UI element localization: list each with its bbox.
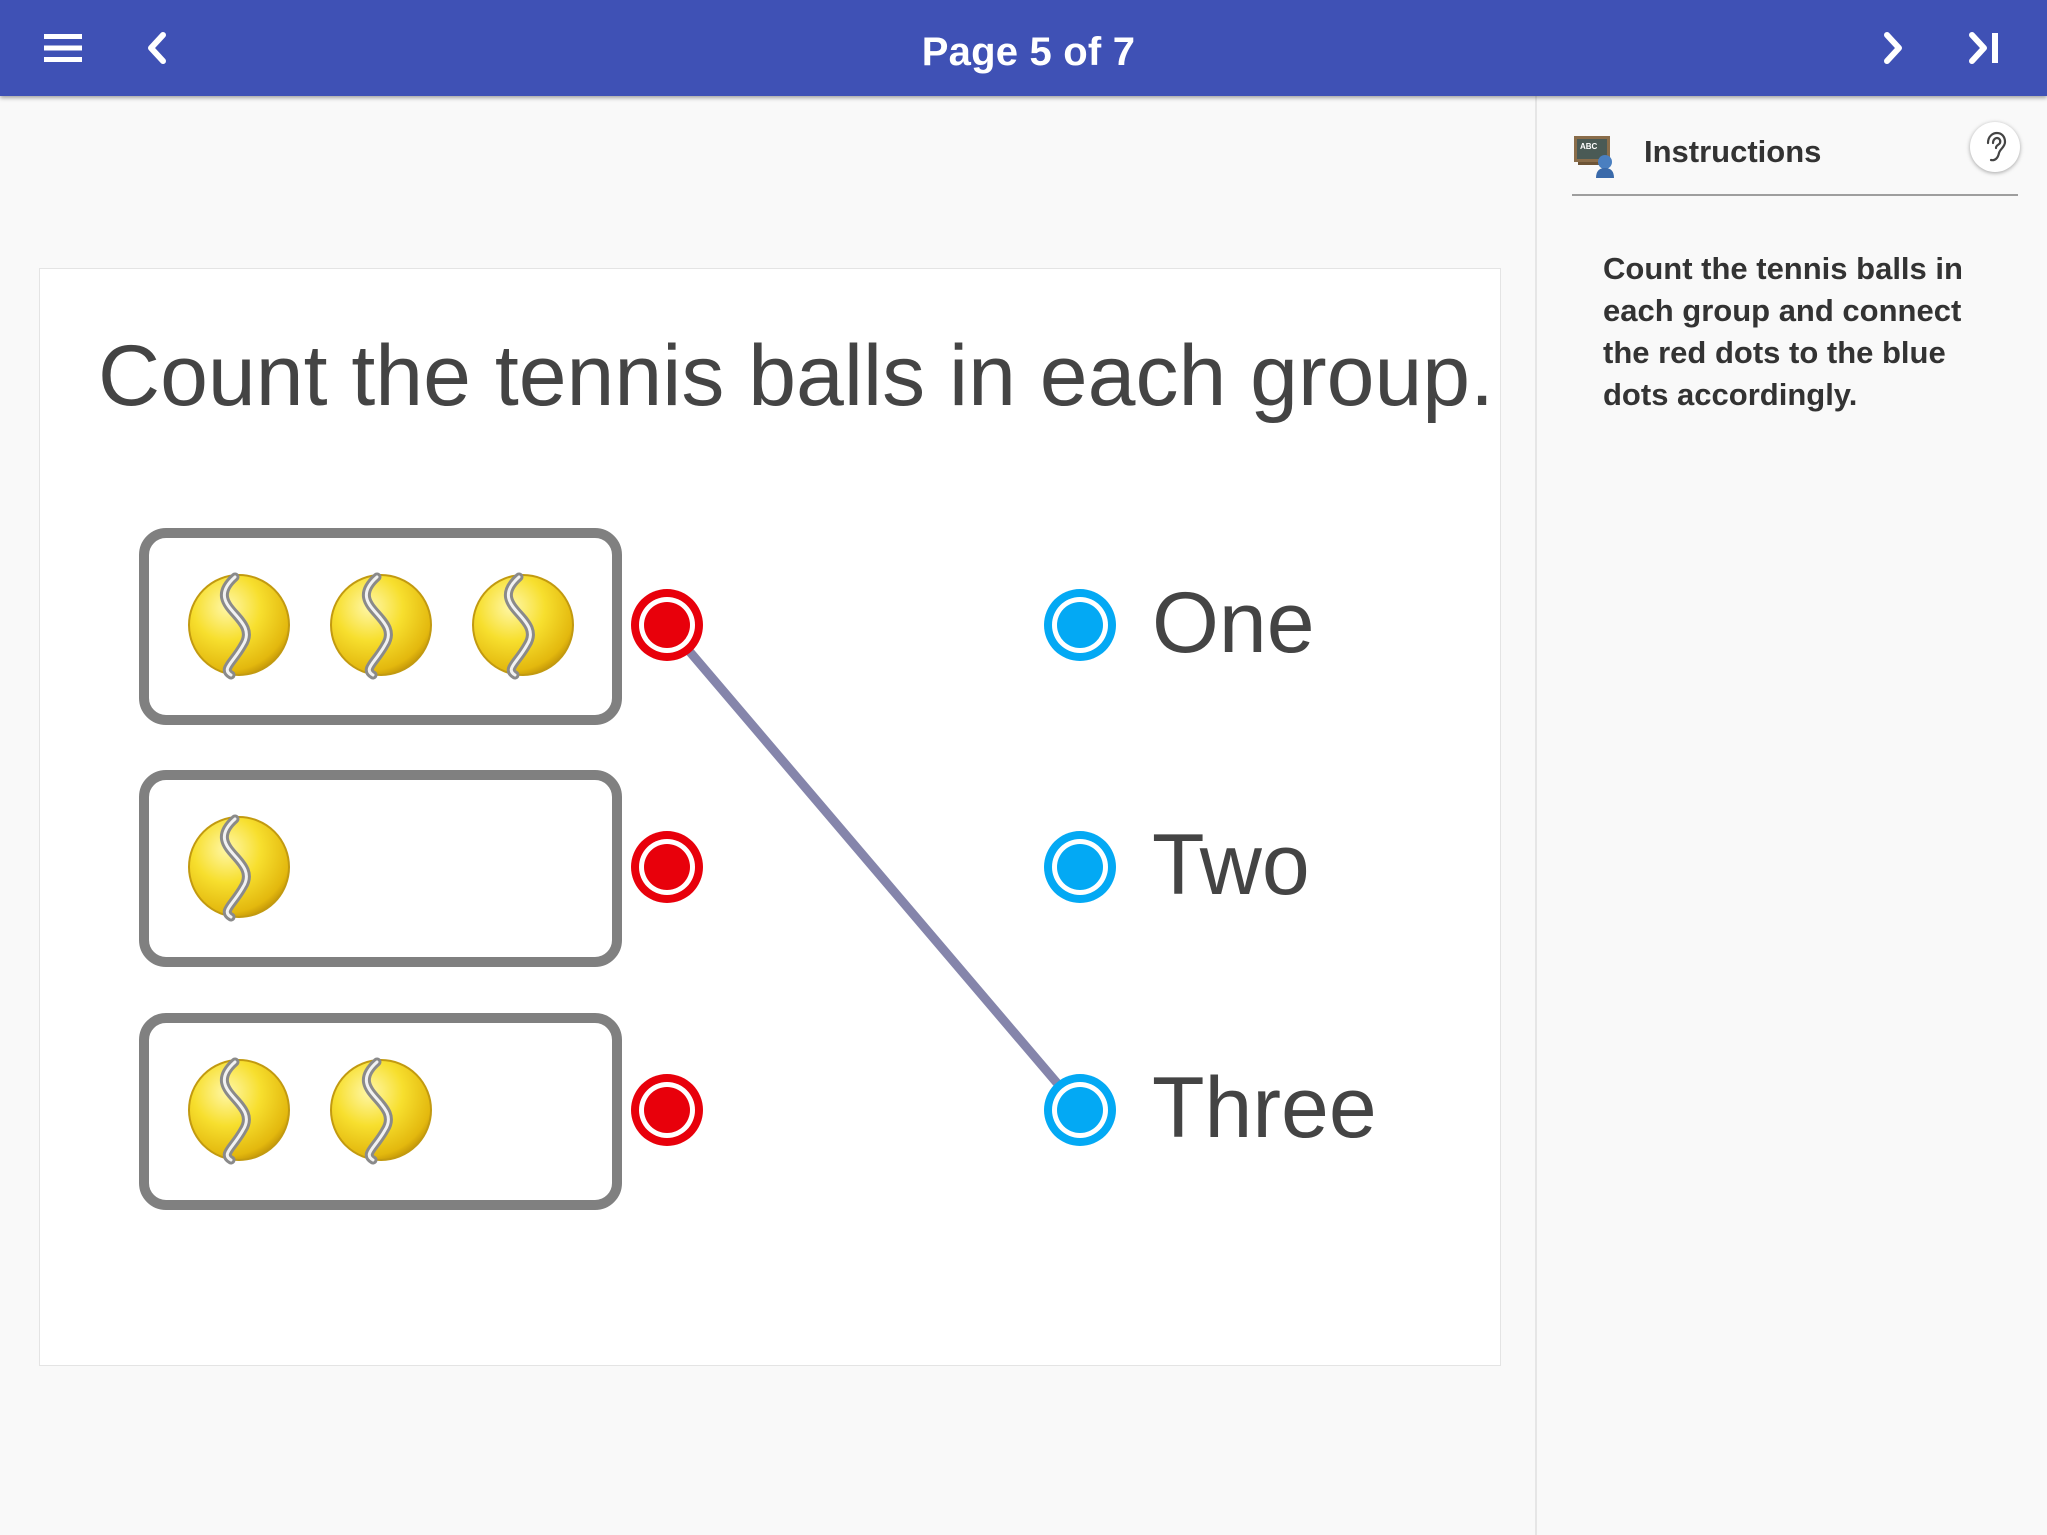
connection-line[interactable] [662, 620, 1085, 1115]
instructions-title: Instructions [1644, 134, 1822, 169]
chevron-right-icon [1884, 32, 1902, 64]
blue-dot-3[interactable] [1044, 1074, 1116, 1146]
instructions-panel: ABC Instructions Count the tennis balls … [1535, 96, 2047, 1535]
tennis-ball-icon [188, 1057, 290, 1165]
answer-label-one: One [1152, 575, 1315, 671]
tennis-ball-icon [188, 814, 290, 922]
instructions-text: Count the tennis balls in each group and… [1603, 251, 1963, 412]
tennis-ball-icon [472, 572, 574, 680]
last-page-button[interactable] [1955, 18, 2015, 78]
answer-label-three: Three [1152, 1060, 1377, 1156]
answer-label-two: Two [1152, 817, 1310, 913]
tennis-ball-icon [330, 572, 432, 680]
red-dot-2[interactable] [631, 831, 703, 903]
activity-card: Count the tennis balls in each group. On… [39, 268, 1501, 1366]
blue-dot-2[interactable] [1044, 831, 1116, 903]
next-page-button[interactable] [1862, 18, 1922, 78]
listen-button[interactable] [1970, 122, 2020, 172]
tennis-ball-icon [330, 1057, 432, 1165]
top-app-bar: Page 5 of 7 [0, 0, 2047, 96]
instructions-header: ABC Instructions [1572, 116, 2020, 196]
teacher-board-icon: ABC [1574, 136, 1614, 178]
ear-icon [1986, 131, 2007, 162]
red-dot-1[interactable] [631, 589, 703, 661]
skip-to-end-icon [1969, 32, 1998, 64]
svg-text:ABC: ABC [1580, 142, 1598, 151]
blue-dot-1[interactable] [1044, 589, 1116, 661]
red-dot-3[interactable] [631, 1074, 703, 1146]
page-indicator: Page 5 of 7 [921, 30, 1136, 74]
tennis-ball-icon [188, 572, 290, 680]
